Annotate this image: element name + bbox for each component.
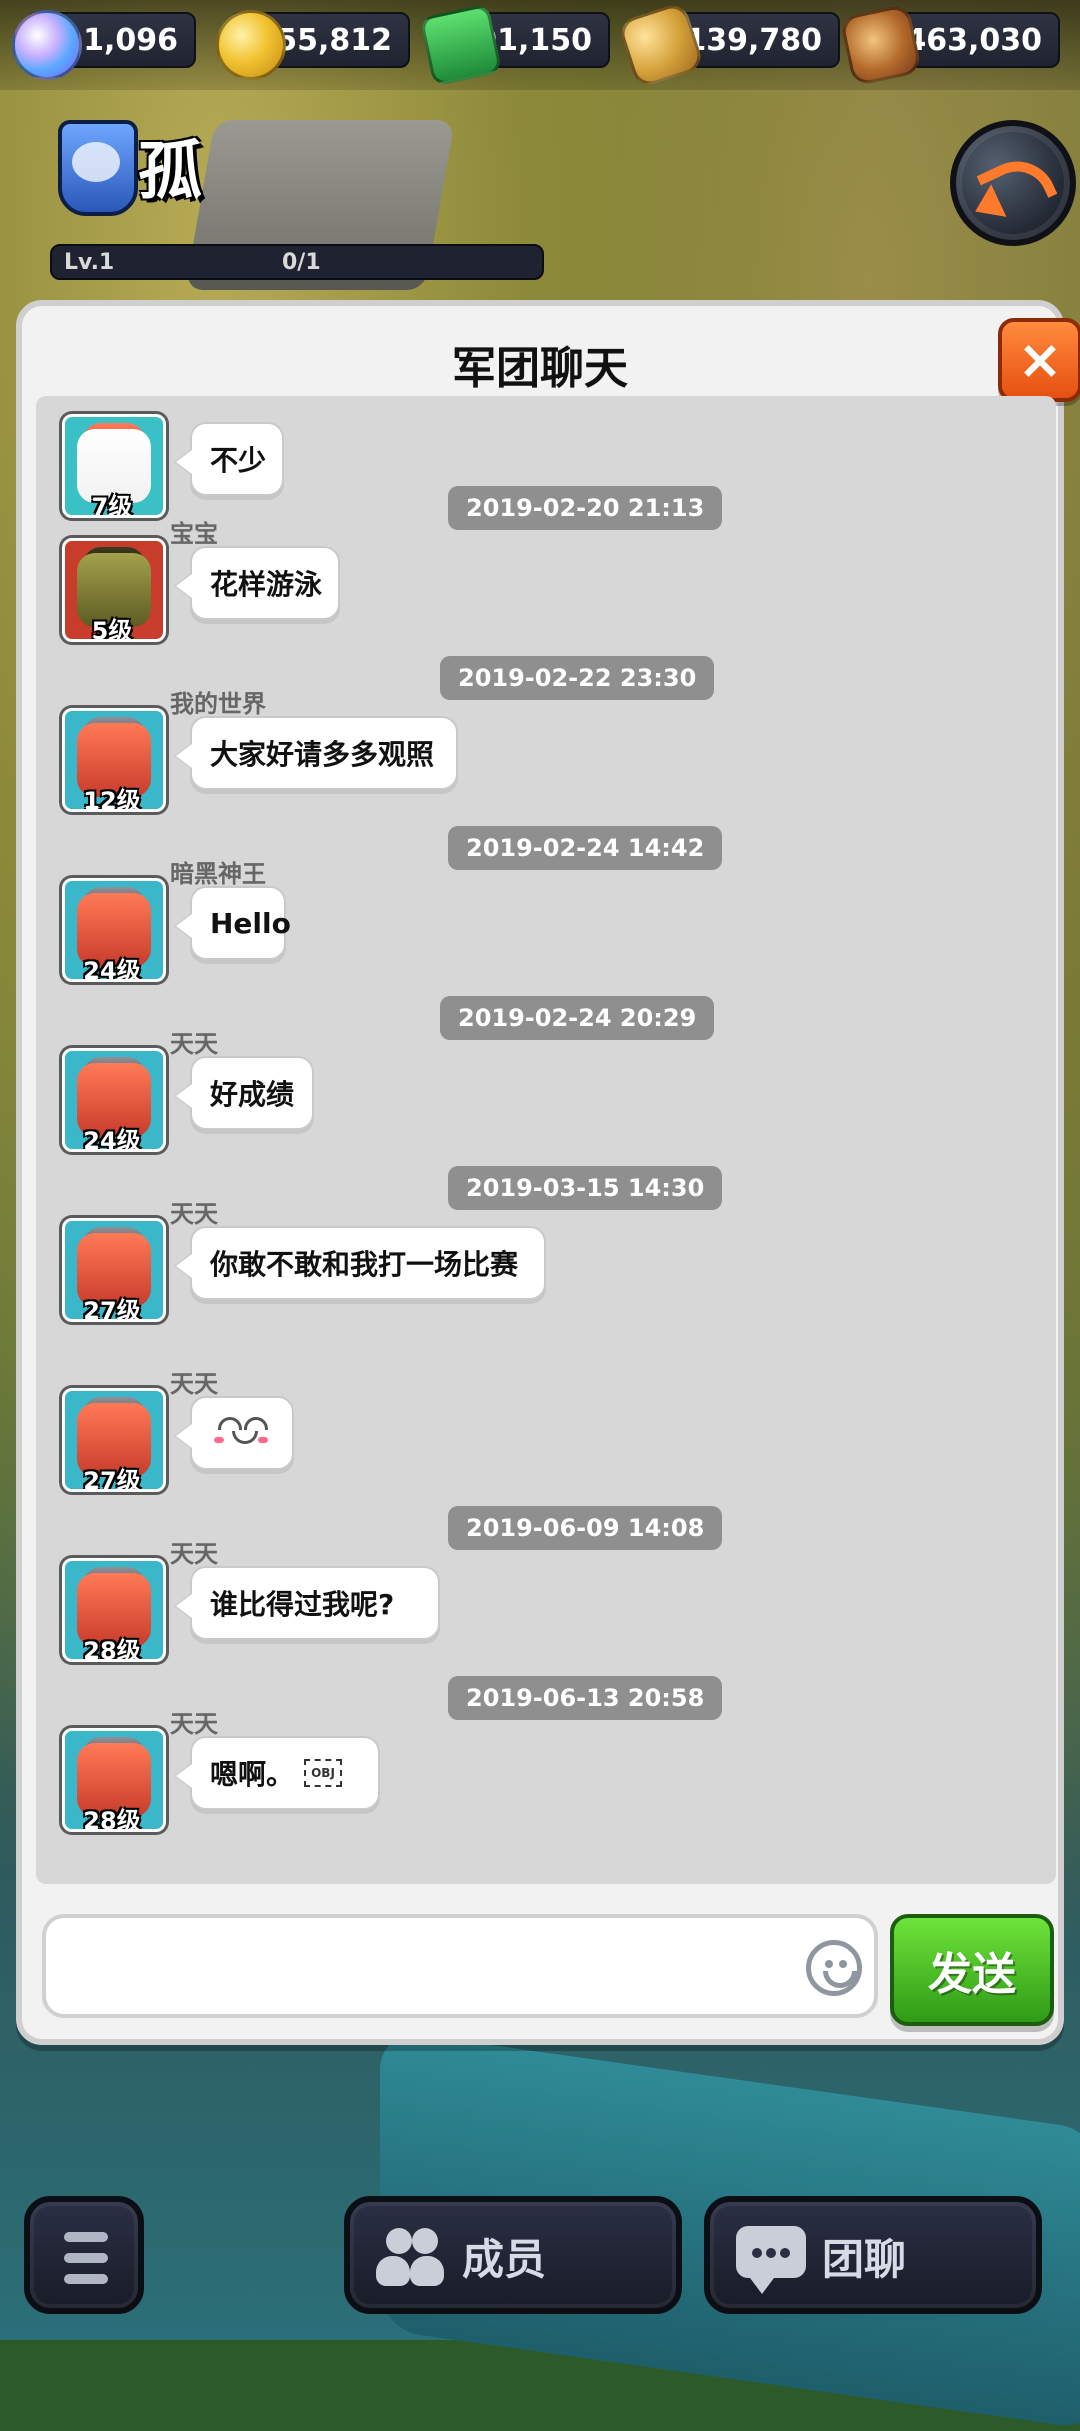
player-avatar[interactable]: 12级 — [62, 708, 166, 812]
members-tab[interactable]: 成员 — [344, 2196, 682, 2314]
resource-wood: 4,463,030 — [839, 3, 1060, 87]
player-avatar[interactable]: 27级 — [62, 1218, 166, 1322]
player-avatar[interactable]: 5级 — [62, 538, 166, 642]
guild-emblem-icon — [58, 120, 138, 216]
chat-message: 2019-03-15 14:30 天天 27级 你敢不敢和我打一场比赛 — [36, 1166, 1056, 1336]
message-text: 好成绩 — [210, 1078, 295, 1111]
chat-message: 2019-02-24 20:29 天天 24级 好成绩 — [36, 996, 1056, 1166]
back-button[interactable] — [950, 120, 1076, 246]
player-avatar[interactable]: 24级 — [62, 878, 166, 982]
gem-icon — [12, 10, 82, 80]
player-avatar[interactable]: 24级 — [62, 1048, 166, 1152]
message-timestamp: 2019-02-24 14:42 — [448, 826, 723, 870]
guild-chat-tab[interactable]: 团聊 — [704, 2196, 1042, 2314]
player-name: 天天 — [170, 1370, 218, 1398]
message-bubble[interactable]: 好成绩 — [190, 1056, 314, 1130]
chat-message: 2019-02-22 23:30 我的世界 12级 大家好请多多观照 — [36, 656, 1056, 826]
chat-message: 2019-06-09 14:08 天天 28级 谁比得过我呢? — [36, 1506, 1056, 1676]
player-name: 天天 — [170, 1710, 218, 1738]
close-button[interactable]: × — [998, 318, 1080, 402]
message-text: 不少 — [210, 444, 267, 477]
message-text: 你敢不敢和我打一场比赛 — [210, 1248, 519, 1281]
player-name: 天天 — [170, 1540, 218, 1568]
send-button[interactable]: 发送 — [890, 1914, 1054, 2026]
avatar-level: 12级 — [83, 787, 141, 812]
hamburger-menu-icon — [64, 2232, 108, 2284]
menu-button[interactable] — [24, 2196, 144, 2314]
avatar-level: 5级 — [91, 617, 133, 642]
message-bubble[interactable]: 你敢不敢和我打一场比赛 — [190, 1226, 546, 1300]
message-bubble[interactable]: 花样游泳 — [190, 546, 340, 620]
avatar-level: 27级 — [83, 1297, 141, 1322]
resource-wheat: 1,139,780 — [616, 0, 840, 90]
message-timestamp: 2019-02-22 23:30 — [440, 656, 715, 700]
chat-message-list[interactable]: 7级 不少 2019-02-20 21:13 宝宝 5级 花样游泳 2019-0… — [36, 396, 1056, 1884]
chat-message: 2019-06-13 20:58 天天 28级 嗯啊。 OBJ — [36, 1676, 1056, 1846]
message-text: 嗯啊。 — [210, 1758, 295, 1791]
message-bubble[interactable]: 谁比得过我呢? — [190, 1566, 440, 1640]
obj-placeholder: OBJ — [304, 1759, 343, 1787]
message-timestamp: 2019-03-15 14:30 — [448, 1166, 723, 1210]
chat-input[interactable] — [70, 1942, 804, 1996]
chat-bubble-icon — [736, 2226, 806, 2294]
smiling-face-emoji-icon — [210, 1411, 274, 1455]
resource-green: 101,150 — [419, 3, 610, 87]
guild-progress-text: 0/1 — [282, 249, 321, 275]
player-avatar[interactable]: 28级 — [62, 1558, 166, 1662]
message-bubble[interactable]: Hello — [190, 886, 291, 960]
guild-chat-label: 团聊 — [822, 2234, 907, 2284]
chat-message: 2019-02-24 14:42 暗黑神王 24级 Hello — [36, 826, 1056, 996]
resource-bar: 1,096 1,155,812 101,150 1,139,780 4,463,… — [0, 0, 1080, 90]
message-timestamp: 2019-02-20 21:13 — [448, 486, 723, 530]
avatar-level: 24级 — [83, 1127, 141, 1152]
message-text: Hello — [210, 906, 291, 940]
wood-log-icon — [839, 3, 923, 87]
guild-name: 孤 — [138, 135, 202, 209]
members-label: 成员 — [462, 2234, 547, 2284]
player-name: 暗黑神王 — [170, 860, 266, 888]
message-bubble[interactable]: 嗯啊。 OBJ — [190, 1736, 380, 1810]
message-text: 花样游泳 — [210, 568, 323, 601]
wheat-icon — [616, 0, 706, 90]
users-icon — [376, 2228, 448, 2288]
panel-title: 军团聊天 — [452, 343, 628, 394]
guild-level-label: Lv.1 — [64, 249, 115, 275]
chat-message: 天天 27级 — [36, 1336, 1056, 1506]
emoji-button[interactable] — [806, 1940, 862, 1996]
player-name: 天天 — [170, 1030, 218, 1058]
resource-gems: 1,096 — [12, 10, 196, 80]
player-name: 我的世界 — [170, 690, 266, 718]
player-name: 宝宝 — [170, 520, 218, 548]
chat-input-box[interactable] — [42, 1914, 878, 2018]
coin-icon — [216, 10, 286, 80]
player-avatar[interactable]: 27级 — [62, 1388, 166, 1492]
guild-level-bar: Lv.1 0/1 — [50, 244, 544, 280]
avatar-level: 27级 — [83, 1467, 141, 1492]
resource-coins: 1,155,812 — [216, 10, 410, 80]
avatar-level: 28级 — [83, 1807, 141, 1832]
avatar-level: 28级 — [83, 1637, 141, 1662]
resource-gems-value: 1,096 — [83, 22, 178, 58]
message-bubble[interactable]: 不少 — [190, 422, 284, 496]
message-timestamp: 2019-06-09 14:08 — [448, 1506, 723, 1550]
message-timestamp: 2019-06-13 20:58 — [448, 1676, 723, 1720]
guild-chat-panel: 军团聊天 × 7级 不少 2019-02-20 21:13 宝宝 5级 花样游泳… — [16, 300, 1080, 2045]
smile-icon — [823, 1971, 857, 1988]
green-badge-icon — [419, 3, 503, 87]
avatar-level: 24级 — [83, 957, 141, 982]
player-avatar[interactable]: 28级 — [62, 1728, 166, 1832]
player-name: 天天 — [170, 1200, 218, 1228]
message-bubble[interactable]: 大家好请多多观照 — [190, 716, 458, 790]
message-text: 大家好请多多观照 — [210, 738, 435, 771]
chat-message: 2019-02-20 21:13 宝宝 5级 花样游泳 — [36, 486, 1056, 656]
message-bubble[interactable] — [190, 1396, 294, 1470]
message-timestamp: 2019-02-24 20:29 — [440, 996, 715, 1040]
message-text: 谁比得过我呢? — [210, 1588, 395, 1621]
